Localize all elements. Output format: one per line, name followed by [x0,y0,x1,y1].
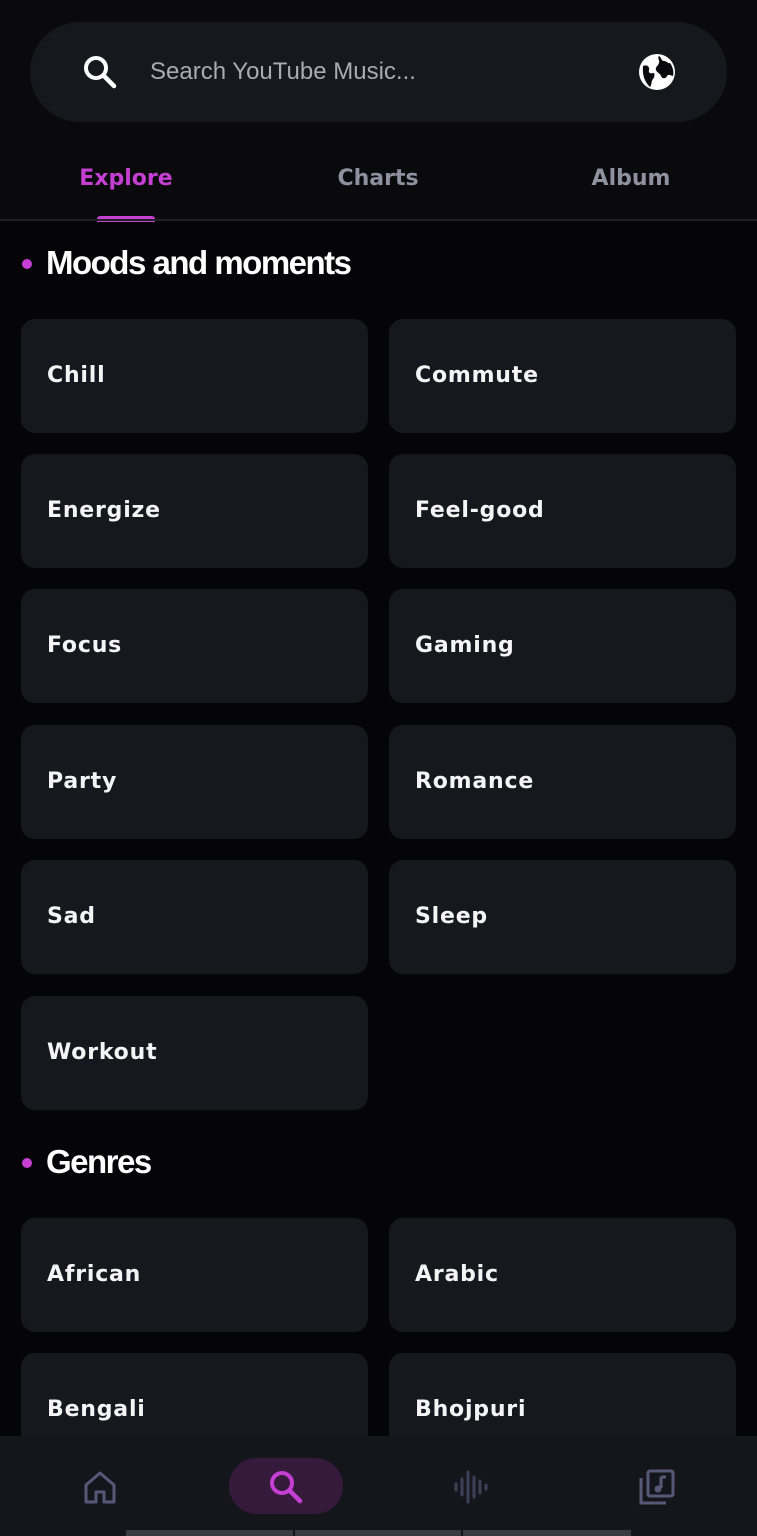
tile-label: Gaming [415,633,515,658]
tile-label: Arabic [415,1262,499,1287]
tile-label: Sleep [415,904,488,929]
mood-tile-sleep[interactable]: Sleep [389,860,736,974]
moods-section-title: Moods and moments [46,244,352,281]
gesture-bar-segment [463,1530,631,1536]
mood-tile-focus[interactable]: Focus [21,589,368,703]
library-music-icon [639,1469,675,1505]
gesture-bar-segment [126,1530,293,1536]
bottom-nav [0,1436,757,1536]
tile-label: Focus [47,633,123,658]
tile-label: Romance [415,769,535,794]
search-icon [84,56,117,89]
mood-tile-chill[interactable]: Chill [21,319,368,433]
section-bullet [22,1158,32,1168]
tab-bar: Explore Charts Album [0,140,757,220]
tile-label: Sad [47,904,96,929]
tab-divider [0,219,757,221]
search-input[interactable] [150,50,610,94]
gesture-bar-segment [295,1530,461,1536]
mood-tile-sad[interactable]: Sad [21,860,368,974]
app-root: Explore Charts Album Moods and moments C… [0,0,757,1536]
search-icon [270,1471,303,1504]
tile-label: Feel-good [415,498,545,523]
tab-explore[interactable]: Explore [70,166,182,191]
nav-search[interactable] [229,1458,343,1514]
genre-tile-arabic[interactable]: Arabic [389,1218,736,1332]
globe-icon[interactable] [637,52,677,92]
tab-charts[interactable]: Charts [322,166,434,191]
mood-tile-gaming[interactable]: Gaming [389,589,736,703]
nav-library[interactable] [600,1458,714,1514]
mood-tile-feel-good[interactable]: Feel-good [389,454,736,568]
mood-tile-commute[interactable]: Commute [389,319,736,433]
tile-label: African [47,1262,142,1287]
tile-label: Commute [415,363,539,388]
header: Explore Charts Album [0,0,757,222]
tile-label: Energize [47,498,161,523]
mood-tile-energize[interactable]: Energize [21,454,368,568]
mood-tile-workout[interactable]: Workout [21,996,368,1110]
waveform-icon [454,1470,488,1504]
tile-label: Chill [47,363,106,388]
mood-tile-romance[interactable]: Romance [389,725,736,839]
tab-album[interactable]: Album [575,166,687,191]
genres-section-title: Genres [46,1143,152,1180]
section-bullet [22,259,32,269]
nav-audio[interactable] [414,1458,528,1514]
tile-label: Bhojpuri [415,1397,527,1422]
genre-tile-african[interactable]: African [21,1218,368,1332]
tile-label: Workout [47,1040,158,1065]
mood-tile-party[interactable]: Party [21,725,368,839]
home-icon [84,1471,116,1504]
nav-home[interactable] [43,1458,157,1514]
tile-label: Party [47,769,118,794]
tile-label: Bengali [47,1397,146,1422]
